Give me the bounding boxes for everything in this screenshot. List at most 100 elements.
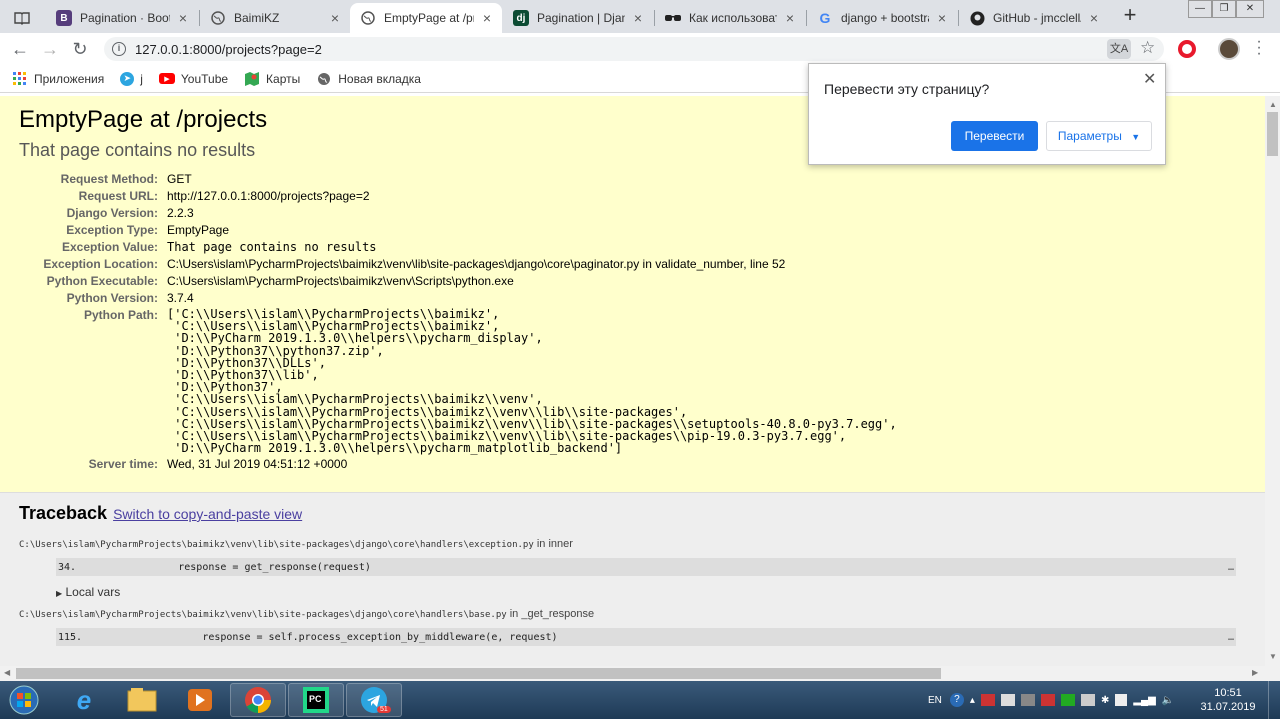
frame-context-line[interactable]: 34. response = get_response(request) … — [56, 558, 1236, 576]
tab-emptypage[interactable]: EmptyPage at /prc × — [350, 3, 502, 33]
forward-arrow-icon[interactable]: → — [39, 38, 61, 60]
clock[interactable]: 10:51 31.07.2019 — [1198, 686, 1258, 714]
switch-copy-paste-link[interactable]: Switch to copy-and-paste view — [113, 506, 302, 522]
bookmark-apps[interactable]: Приложения — [12, 71, 104, 86]
bookmark-label: Новая вкладка — [338, 71, 421, 86]
show-desktop-button[interactable] — [1268, 681, 1280, 719]
svg-text:PC: PC — [309, 694, 322, 704]
pycharm-icon[interactable]: PC — [288, 683, 344, 717]
media-player-icon[interactable] — [172, 683, 228, 717]
meta-value: C:\Users\islam\PycharmProjects\baimikz\v… — [167, 274, 514, 288]
reload-icon[interactable]: ↻ — [69, 38, 91, 60]
help-icon[interactable]: ? — [949, 693, 964, 707]
system-tray: EN ? ▴ ✱ ▂▄▆ 🔈 — [928, 681, 1174, 719]
tray-app-icon[interactable] — [1000, 694, 1015, 706]
chrome-icon[interactable] — [230, 683, 286, 717]
frame-path: C:\Users\islam\PycharmProjects\baimikz\v… — [19, 608, 1246, 620]
bookmark-label: YouTube — [180, 71, 229, 86]
meta-label: Request Method: — [60, 172, 158, 186]
scroll-up-icon[interactable]: ▲ — [1269, 100, 1277, 109]
bluetooth-icon[interactable]: ✱ — [1101, 695, 1109, 706]
horizontal-scrollbar[interactable]: ◀ ▶ — [0, 666, 1280, 681]
frame-context-line[interactable]: 115. response = self.process_exception_b… — [56, 628, 1236, 646]
language-indicator[interactable]: EN — [928, 695, 942, 706]
bookmark-maps[interactable]: Карты — [244, 71, 300, 86]
tab-github[interactable]: GitHub - jmcclell/c × — [959, 3, 1109, 33]
ellipsis-icon[interactable]: … — [1228, 632, 1234, 643]
close-icon[interactable]: ✕ — [1143, 69, 1156, 89]
ie-icon[interactable]: e — [56, 683, 112, 717]
url-input[interactable] — [135, 41, 1035, 57]
tray-app-icon[interactable] — [1020, 694, 1035, 706]
info-icon[interactable]: i — [112, 42, 126, 56]
scrollbar-thumb[interactable] — [16, 668, 941, 679]
tray-arrow-icon[interactable]: ▴ — [970, 695, 975, 706]
bookmark-j[interactable]: ➤ j — [120, 71, 143, 86]
windows-taskbar: e PC 51 EN ? ▴ ✱ ▂▄▆ 🔈 10:51 31.07.2019 — [0, 681, 1280, 719]
tab-strip: B Pagination · Bootst × BaimiKZ × EmptyP… — [0, 0, 1280, 33]
globe-icon — [360, 10, 376, 26]
options-button[interactable]: Параметры ▼ — [1046, 121, 1152, 151]
meta-row: Python Executable: C:\Users\islam\Pycharm… — [19, 273, 897, 290]
telegram-icon[interactable]: 51 — [346, 683, 402, 717]
options-button-label: Параметры — [1057, 129, 1122, 143]
meta-label: Server time: — [88, 457, 158, 472]
close-icon[interactable]: × — [328, 11, 342, 25]
close-icon[interactable]: × — [480, 11, 494, 25]
tab-book[interactable] — [4, 3, 44, 33]
tray-app-icon[interactable] — [1040, 694, 1055, 706]
close-window-button[interactable]: ✕ — [1236, 0, 1264, 18]
google-icon: G — [819, 10, 831, 26]
windows-start-icon[interactable] — [2, 683, 46, 717]
tab-pagination-bootstrap[interactable]: B Pagination · Bootst × — [46, 3, 198, 33]
frame-in: in — [536, 538, 546, 550]
close-icon[interactable]: × — [935, 11, 949, 25]
meta-label: Exception Value: — [61, 240, 158, 254]
scroll-right-icon[interactable]: ▶ — [1252, 668, 1258, 677]
translate-button[interactable]: Перевести — [951, 121, 1038, 151]
tab-django-bootstrap[interactable]: G django + bootstra × — [807, 3, 957, 33]
scrollbar-thumb[interactable] — [1267, 112, 1278, 156]
tab-title: BaimiKZ — [234, 11, 280, 25]
vertical-scrollbar[interactable]: ▲ ▼ — [1265, 96, 1280, 666]
tab-kak-ispolzovat[interactable]: Как использоват × — [655, 3, 805, 33]
translate-icon[interactable]: 文A — [1107, 39, 1131, 59]
tab-pagination-django[interactable]: dj Pagination | Djang × — [503, 3, 653, 33]
tab-title: EmptyPage at /prc — [384, 11, 474, 25]
frame-file: C:\Users\islam\PycharmProjects\baimikz\v… — [19, 540, 534, 550]
tray-app-icon[interactable] — [1080, 694, 1095, 706]
bookmark-youtube[interactable]: ▶ YouTube — [158, 71, 229, 86]
volume-icon[interactable]: 🔈 — [1162, 695, 1174, 706]
explorer-icon[interactable] — [114, 683, 170, 717]
ellipsis-icon[interactable]: … — [1228, 562, 1234, 573]
local-vars-toggle[interactable]: ▶ Local vars — [56, 585, 1246, 599]
scroll-left-icon[interactable]: ◀ — [4, 668, 10, 677]
star-icon[interactable]: ☆ — [1140, 38, 1155, 58]
tab-title: django + bootstra — [841, 11, 929, 25]
tray-app-icon[interactable] — [1060, 694, 1075, 706]
minimize-button[interactable]: — — [1188, 0, 1212, 18]
close-icon[interactable]: × — [1087, 11, 1101, 25]
tab-baimikz[interactable]: BaimiKZ × — [200, 3, 350, 33]
bookmark-new-tab[interactable]: Новая вкладка — [316, 72, 421, 86]
network-icon[interactable]: ▂▄▆ — [1133, 695, 1155, 706]
avatar[interactable] — [1218, 38, 1240, 60]
caret-down-icon: ▼ — [1131, 132, 1141, 142]
globe-icon — [316, 72, 332, 86]
scroll-down-icon[interactable]: ▼ — [1269, 652, 1277, 661]
close-icon[interactable]: × — [176, 11, 190, 25]
meta-label: Exception Type: — [66, 223, 158, 237]
menu-dots-icon[interactable]: · · · — [1254, 34, 1264, 62]
close-icon[interactable]: × — [783, 11, 797, 25]
address-bar[interactable]: i — [104, 37, 1164, 61]
restore-button[interactable]: ❐ — [1212, 0, 1236, 18]
meta-value: http://127.0.0.1:8000/projects?page=2 — [167, 189, 370, 203]
new-tab-button[interactable]: + — [1118, 4, 1142, 28]
meta-row: Request URL: http://127.0.0.1:8000/projec… — [19, 188, 897, 205]
close-icon[interactable]: × — [631, 11, 645, 25]
tray-app-icon[interactable] — [980, 694, 995, 706]
opera-icon[interactable] — [1178, 40, 1196, 58]
back-arrow-icon[interactable]: ← — [9, 38, 31, 60]
tab-title: Pagination · Bootst — [80, 11, 170, 25]
tray-app-icon[interactable] — [1115, 694, 1128, 706]
